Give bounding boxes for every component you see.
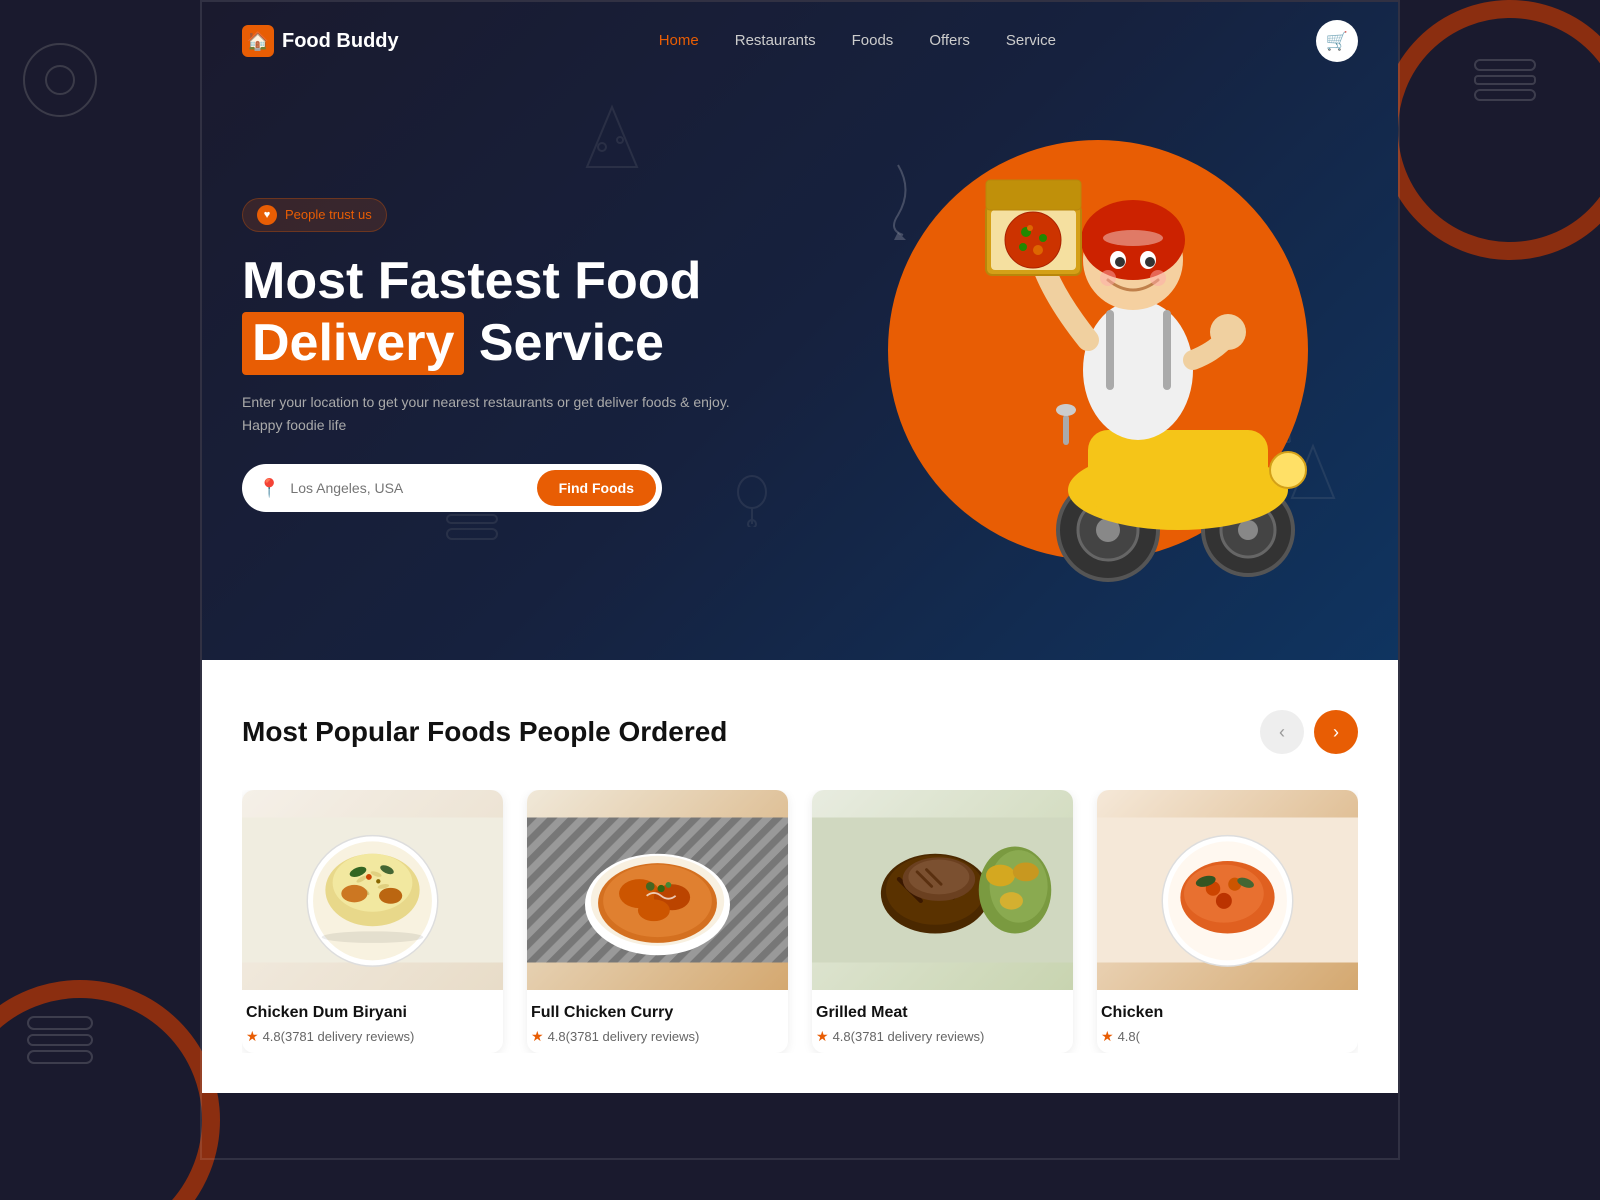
food-rating-curry: ★ 4.8(3781 delivery reviews) <box>531 1028 784 1045</box>
food-card-biryani: Chicken Dum Biryani ★ 4.8(3781 delivery … <box>242 790 503 1053</box>
food-card-body-grilled: Grilled Meat ★ 4.8(3781 delivery reviews… <box>812 990 1073 1053</box>
rating-text-chicken: 4.8( <box>1118 1029 1140 1044</box>
rating-text-biryani: 4.8(3781 delivery reviews) <box>263 1029 415 1044</box>
arrow-decoration <box>868 160 928 245</box>
logo: 🏠 Food Buddy <box>242 25 399 57</box>
section-title: Most Popular Foods People Ordered <box>242 716 727 748</box>
hero-left: ♥ People trust us Most Fastest Food Deli… <box>242 198 730 512</box>
delivery-person-illustration <box>898 140 1338 600</box>
carousel-next-button[interactable]: › <box>1314 710 1358 754</box>
star-icon: ★ <box>246 1028 259 1045</box>
search-bar: 📍 Find Foods <box>242 464 662 512</box>
hero-title: Most Fastest Food Delivery Service <box>242 252 730 376</box>
cart-button[interactable]: 🛒 <box>1316 20 1358 62</box>
rating-text-grilled: 4.8(3781 delivery reviews) <box>833 1029 985 1044</box>
food-name-curry: Full Chicken Curry <box>531 1004 784 1022</box>
star-icon-curry: ★ <box>531 1028 544 1045</box>
logo-icon: 🏠 <box>242 25 274 57</box>
hero-highlight: Delivery <box>242 312 464 376</box>
food-card-image-chicken <box>1097 790 1358 990</box>
food-card-image-curry <box>527 790 788 990</box>
food-card-image-biryani <box>242 790 503 990</box>
trust-heart-icon: ♥ <box>257 205 277 225</box>
food-card-body-curry: Full Chicken Curry ★ 4.8(3781 delivery r… <box>527 990 788 1053</box>
logo-text: Food Buddy <box>282 30 399 53</box>
food-rating-biryani: ★ 4.8(3781 delivery reviews) <box>246 1028 499 1045</box>
hero-title-service: Service <box>479 314 664 372</box>
hero-content: ♥ People trust us Most Fastest Food Deli… <box>202 80 1398 660</box>
find-foods-button[interactable]: Find Foods <box>537 470 656 506</box>
popular-section: Most Popular Foods People Ordered ‹ › <box>202 660 1398 1093</box>
nav-foods[interactable]: Foods <box>852 32 894 49</box>
nav-restaurants[interactable]: Restaurants <box>735 32 816 49</box>
deco-circle-right-top <box>1380 0 1600 260</box>
nav-service[interactable]: Service <box>1006 32 1056 49</box>
nav-links: Home Restaurants Foods Offers Service <box>659 32 1056 50</box>
star-icon-grilled: ★ <box>816 1028 829 1045</box>
hero-right <box>878 110 1358 600</box>
trust-label: People trust us <box>285 207 372 222</box>
food-rating-grilled: ★ 4.8(3781 delivery reviews) <box>816 1028 1069 1045</box>
food-card-chicken: Chicken ★ 4.8( <box>1097 790 1358 1053</box>
outer-right-burger-icon <box>1470 50 1540 115</box>
outer-left-icon <box>20 40 100 125</box>
food-rating-chicken: ★ 4.8( <box>1101 1028 1354 1045</box>
navbar: 🏠 Food Buddy Home Restaurants Foods Offe… <box>202 2 1398 80</box>
trust-badge: ♥ People trust us <box>242 198 387 232</box>
food-name-chicken: Chicken <box>1101 1004 1354 1022</box>
food-cards-container: Chicken Dum Biryani ★ 4.8(3781 delivery … <box>242 790 1358 1053</box>
star-icon-chicken: ★ <box>1101 1028 1114 1045</box>
section-header: Most Popular Foods People Ordered ‹ › <box>242 710 1358 754</box>
food-name-biryani: Chicken Dum Biryani <box>246 1004 499 1022</box>
food-card-curry: Full Chicken Curry ★ 4.8(3781 delivery r… <box>527 790 788 1053</box>
rating-text-curry: 4.8(3781 delivery reviews) <box>548 1029 700 1044</box>
food-card-body-biryani: Chicken Dum Biryani ★ 4.8(3781 delivery … <box>242 990 503 1053</box>
cart-icon: 🛒 <box>1326 31 1348 52</box>
hero-description: Enter your location to get your nearest … <box>242 391 730 436</box>
location-pin-icon: 📍 <box>258 478 280 499</box>
nav-home[interactable]: Home <box>659 32 699 49</box>
nav-offers[interactable]: Offers <box>929 32 970 49</box>
hero-title-line2: Delivery Service <box>242 312 730 376</box>
outer-left-burger-icon <box>20 1005 100 1080</box>
carousel-controls: ‹ › <box>1260 710 1358 754</box>
food-card-image-grilled <box>812 790 1073 990</box>
hero-section: 🏠 Food Buddy Home Restaurants Foods Offe… <box>202 2 1398 660</box>
carousel-prev-button[interactable]: ‹ <box>1260 710 1304 754</box>
food-name-grilled: Grilled Meat <box>816 1004 1069 1022</box>
food-card-grilled: Grilled Meat ★ 4.8(3781 delivery reviews… <box>812 790 1073 1053</box>
hero-title-line1: Most Fastest Food <box>242 252 730 312</box>
food-card-body-chicken: Chicken ★ 4.8( <box>1097 990 1358 1053</box>
location-search-input[interactable] <box>290 480 526 496</box>
